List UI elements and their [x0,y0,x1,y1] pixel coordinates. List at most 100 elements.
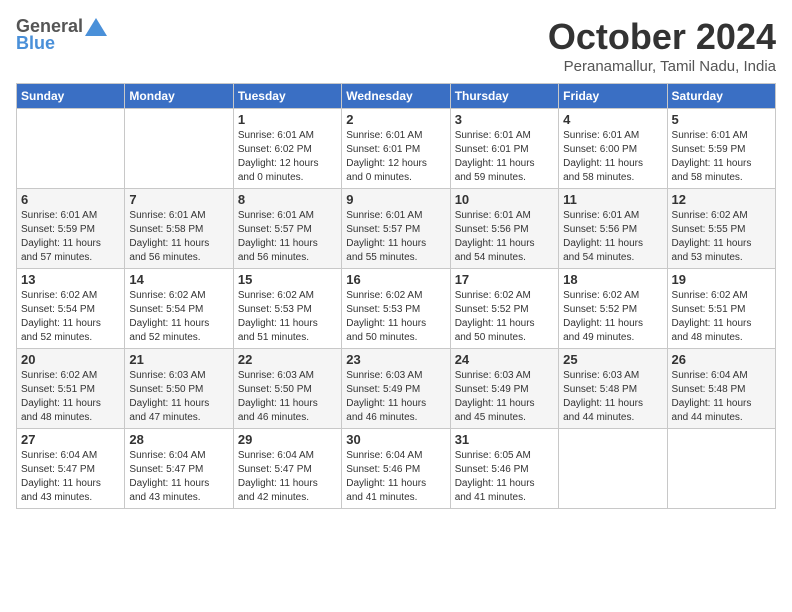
day-of-week-header: Friday [559,84,667,109]
day-info: Sunrise: 6:02 AM Sunset: 5:51 PM Dayligh… [672,289,771,345]
calendar-cell: 7 Sunrise: 6:01 AM Sunset: 5:58 PM Daylig… [125,189,233,269]
calendar-week-row: 27 Sunrise: 6:04 AM Sunset: 5:47 PM Dayli… [17,429,776,509]
calendar-header: SundayMondayTuesdayWednesdayThursdayFrid… [17,84,776,109]
month-title: October 2024 [548,16,776,58]
day-number: 17 [455,272,554,287]
day-number: 19 [672,272,771,287]
day-number: 25 [563,352,662,367]
day-info: Sunrise: 6:01 AM Sunset: 5:57 PM Dayligh… [238,209,337,265]
logo: General Blue [16,16,109,54]
day-number: 12 [672,192,771,207]
day-number: 15 [238,272,337,287]
calendar-cell: 19 Sunrise: 6:02 AM Sunset: 5:51 PM Dayli… [667,269,775,349]
day-info: Sunrise: 6:01 AM Sunset: 5:58 PM Dayligh… [129,209,228,265]
calendar-cell: 16 Sunrise: 6:02 AM Sunset: 5:53 PM Dayli… [342,269,450,349]
day-number: 24 [455,352,554,367]
title-block: October 2024 Peranamallur, Tamil Nadu, I… [548,16,776,75]
calendar-cell: 24 Sunrise: 6:03 AM Sunset: 5:49 PM Dayli… [450,349,558,429]
day-info: Sunrise: 6:01 AM Sunset: 5:56 PM Dayligh… [563,209,662,265]
day-info: Sunrise: 6:01 AM Sunset: 5:59 PM Dayligh… [21,209,120,265]
calendar-cell: 20Sunrise: 6:02 AM Sunset: 5:51 PM Dayli… [17,349,125,429]
day-number: 1 [238,112,337,127]
calendar-cell: 14 Sunrise: 6:02 AM Sunset: 5:54 PM Dayli… [125,269,233,349]
day-number: 5 [672,112,771,127]
calendar-body: 1 Sunrise: 6:01 AM Sunset: 6:02 PM Daylig… [17,109,776,509]
day-number: 21 [129,352,228,367]
calendar-week-row: 13 Sunrise: 6:02 AM Sunset: 5:54 PM Dayli… [17,269,776,349]
day-info: Sunrise: 6:02 AM Sunset: 5:54 PM Dayligh… [129,289,228,345]
logo-blue-text: Blue [16,33,55,54]
subtitle: Peranamallur, Tamil Nadu, India [548,58,776,75]
day-of-week-header: Wednesday [342,84,450,109]
calendar-cell: 9 Sunrise: 6:01 AM Sunset: 5:57 PM Daylig… [342,189,450,269]
day-number: 14 [129,272,228,287]
day-number: 16 [346,272,445,287]
calendar-cell: 17 Sunrise: 6:02 AM Sunset: 5:52 PM Dayli… [450,269,558,349]
day-info: Sunrise: 6:01 AM Sunset: 5:59 PM Dayligh… [672,129,771,185]
day-number: 26 [672,352,771,367]
day-info: Sunrise: 6:01 AM Sunset: 5:57 PM Dayligh… [346,209,445,265]
day-info: Sunrise: 6:01 AM Sunset: 6:00 PM Dayligh… [563,129,662,185]
day-number: 29 [238,432,337,447]
calendar-cell: 26 Sunrise: 6:04 AM Sunset: 5:48 PM Dayli… [667,349,775,429]
page-header: General Blue October 2024 Peranamallur, … [16,16,776,75]
calendar-cell: 25Sunrise: 6:03 AM Sunset: 5:48 PM Dayli… [559,349,667,429]
calendar-cell: 31 Sunrise: 6:05 AM Sunset: 5:46 PM Dayli… [450,429,558,509]
calendar-table: SundayMondayTuesdayWednesdayThursdayFrid… [16,83,776,509]
calendar-cell: 29 Sunrise: 6:04 AM Sunset: 5:47 PM Dayli… [233,429,341,509]
day-info: Sunrise: 6:04 AM Sunset: 5:47 PM Dayligh… [238,449,337,505]
calendar-cell: 13 Sunrise: 6:02 AM Sunset: 5:54 PM Dayli… [17,269,125,349]
day-info: Sunrise: 6:03 AM Sunset: 5:49 PM Dayligh… [346,369,445,425]
calendar-cell: 15 Sunrise: 6:02 AM Sunset: 5:53 PM Dayli… [233,269,341,349]
day-info: Sunrise: 6:02 AM Sunset: 5:54 PM Dayligh… [21,289,120,345]
day-info: Sunrise: 6:02 AM Sunset: 5:52 PM Dayligh… [455,289,554,345]
day-number: 31 [455,432,554,447]
day-number: 27 [21,432,120,447]
day-info: Sunrise: 6:01 AM Sunset: 5:56 PM Dayligh… [455,209,554,265]
calendar-cell: 1 Sunrise: 6:01 AM Sunset: 6:02 PM Daylig… [233,109,341,189]
day-number: 3 [455,112,554,127]
day-of-week-header: Monday [125,84,233,109]
day-info: Sunrise: 6:02 AM Sunset: 5:55 PM Dayligh… [672,209,771,265]
calendar-cell: 10 Sunrise: 6:01 AM Sunset: 5:56 PM Dayli… [450,189,558,269]
day-info: Sunrise: 6:04 AM Sunset: 5:48 PM Dayligh… [672,369,771,425]
day-info: Sunrise: 6:03 AM Sunset: 5:49 PM Dayligh… [455,369,554,425]
day-info: Sunrise: 6:04 AM Sunset: 5:47 PM Dayligh… [21,449,120,505]
day-number: 22 [238,352,337,367]
calendar-cell: 3Sunrise: 6:01 AM Sunset: 6:01 PM Daylig… [450,109,558,189]
day-of-week-header: Thursday [450,84,558,109]
calendar-cell [559,429,667,509]
day-number: 7 [129,192,228,207]
day-number: 30 [346,432,445,447]
calendar-cell: 2 Sunrise: 6:01 AM Sunset: 6:01 PM Daylig… [342,109,450,189]
day-info: Sunrise: 6:05 AM Sunset: 5:46 PM Dayligh… [455,449,554,505]
day-number: 10 [455,192,554,207]
calendar-cell [125,109,233,189]
day-info: Sunrise: 6:01 AM Sunset: 6:02 PM Dayligh… [238,129,337,185]
calendar-cell: 18 Sunrise: 6:02 AM Sunset: 5:52 PM Dayli… [559,269,667,349]
calendar-cell: 27 Sunrise: 6:04 AM Sunset: 5:47 PM Dayli… [17,429,125,509]
calendar-cell: 22 Sunrise: 6:03 AM Sunset: 5:50 PM Dayli… [233,349,341,429]
calendar-cell: 6Sunrise: 6:01 AM Sunset: 5:59 PM Daylig… [17,189,125,269]
calendar-week-row: 6Sunrise: 6:01 AM Sunset: 5:59 PM Daylig… [17,189,776,269]
calendar-cell [667,429,775,509]
day-of-week-header: Tuesday [233,84,341,109]
day-info: Sunrise: 6:02 AM Sunset: 5:53 PM Dayligh… [346,289,445,345]
day-number: 18 [563,272,662,287]
calendar-cell: 11 Sunrise: 6:01 AM Sunset: 5:56 PM Dayli… [559,189,667,269]
day-number: 9 [346,192,445,207]
calendar-cell: 23 Sunrise: 6:03 AM Sunset: 5:49 PM Dayli… [342,349,450,429]
day-number: 13 [21,272,120,287]
calendar-cell: 5 Sunrise: 6:01 AM Sunset: 5:59 PM Daylig… [667,109,775,189]
day-info: Sunrise: 6:01 AM Sunset: 6:01 PM Dayligh… [346,129,445,185]
day-info: Sunrise: 6:02 AM Sunset: 5:53 PM Dayligh… [238,289,337,345]
calendar-cell: 4Sunrise: 6:01 AM Sunset: 6:00 PM Daylig… [559,109,667,189]
day-number: 11 [563,192,662,207]
calendar-week-row: 20Sunrise: 6:02 AM Sunset: 5:51 PM Dayli… [17,349,776,429]
day-number: 23 [346,352,445,367]
calendar-cell [17,109,125,189]
calendar-header-row: SundayMondayTuesdayWednesdayThursdayFrid… [17,84,776,109]
day-info: Sunrise: 6:02 AM Sunset: 5:52 PM Dayligh… [563,289,662,345]
day-number: 2 [346,112,445,127]
day-info: Sunrise: 6:03 AM Sunset: 5:50 PM Dayligh… [238,369,337,425]
